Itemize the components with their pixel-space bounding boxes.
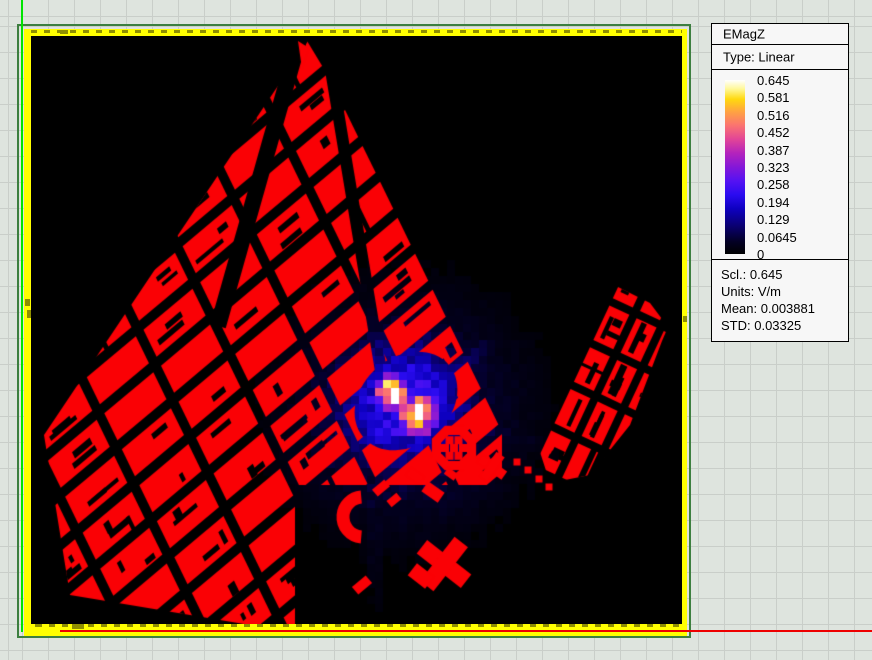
legend-stat-line: STD: 0.03325: [721, 317, 801, 334]
terrain-edge-mark: [27, 310, 31, 318]
legend-stat-line: Mean: 0.003881: [721, 300, 815, 317]
colorbar-tick-label: 0.0645: [757, 230, 797, 245]
legend-panel[interactable]: EMagZ Type: Linear 0.6450.5810.5160.4520…: [711, 23, 849, 342]
legend-stat-line: Scl.: 0.645: [721, 266, 782, 283]
x-axis-line: [60, 630, 872, 632]
y-axis-line: [21, 0, 23, 632]
terrain-edge-dashes: [31, 30, 682, 33]
legend-title: EMagZ: [723, 27, 765, 42]
workspace-canvas[interactable]: EMagZ Type: Linear 0.6450.5810.5160.4520…: [0, 0, 872, 660]
legend-type-label: Type: Linear: [723, 50, 795, 65]
terrain-edge-mark: [60, 30, 68, 34]
colorbar-tick-label: 0.258: [757, 177, 790, 192]
legend-stat-line: Units: V/m: [721, 283, 781, 300]
colorbar-tick-label: 0.387: [757, 143, 790, 158]
colorbar-tick-label: 0.581: [757, 90, 790, 105]
legend-title-box: EMagZ: [711, 23, 849, 45]
legend-stats-box: Scl.: 0.645Units: V/mMean: 0.003881STD: …: [711, 259, 849, 342]
colorbar-tick-label: 0.516: [757, 108, 790, 123]
colorbar-tick-label: 0.452: [757, 125, 790, 140]
simulation-view[interactable]: [31, 36, 682, 624]
colorbar-gradient: [725, 80, 745, 254]
terrain-edge-mark: [683, 316, 687, 322]
app-window: { "window": { "width": 872, "height": 66…: [0, 0, 872, 660]
legend-type-box: Type: Linear: [711, 44, 849, 70]
terrain-edge-dashes: [31, 624, 682, 627]
colorbar-tick-label: 0.323: [757, 160, 790, 175]
colorbar-tick-label: 0.645: [757, 73, 790, 88]
legend-colorbar-box: 0.645 0.581 0.516 0.452 0.387 0.323 0.258 0.194…: [711, 69, 849, 260]
terrain-edge-mark: [25, 299, 30, 306]
terrain-edge-mark: [72, 624, 84, 629]
colorbar-tick-label: 0.129: [757, 212, 790, 227]
colorbar-tick-label: 0.194: [757, 195, 790, 210]
